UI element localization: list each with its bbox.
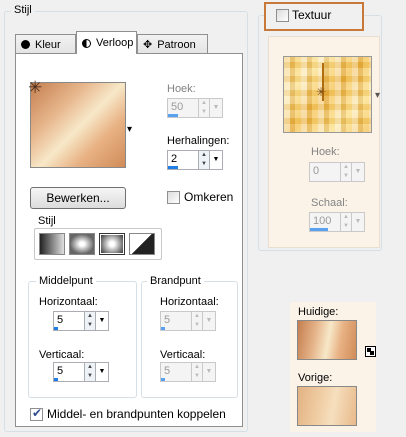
bewerken-button[interactable]: Bewerken... bbox=[30, 187, 126, 209]
vorige-label: Vorige: bbox=[298, 372, 333, 384]
brandpunt-verticaal-label: Verticaal: bbox=[160, 349, 206, 361]
gradient-dropdown-arrow[interactable]: ▾ bbox=[127, 124, 132, 135]
brandpunt-verticaal-value: 5 bbox=[164, 365, 171, 377]
textuur-schaal-dropdown[interactable]: ▼ bbox=[352, 212, 365, 232]
hoek-dropdown[interactable]: ▼ bbox=[210, 98, 223, 118]
style-sunburst-button[interactable] bbox=[129, 233, 155, 255]
brandpunt-verticaal-arrows[interactable]: ▲ ▼ bbox=[192, 362, 203, 382]
stijl-group-title: Stijl bbox=[11, 4, 35, 16]
middelpunt-verticaal-arrows[interactable]: ▲ ▼ bbox=[85, 362, 96, 382]
middelpunt-horizontaal-label: Horizontaal: bbox=[39, 296, 98, 308]
checkmark-icon: ✔ bbox=[32, 406, 43, 420]
tab-verloop-label: Verloop bbox=[96, 37, 134, 49]
swap-icon[interactable] bbox=[365, 346, 376, 357]
textuur-hoek-input[interactable]: 0 bbox=[309, 162, 341, 182]
huidige-label: Huidige: bbox=[298, 306, 339, 318]
middelpunt-verticaal-dropdown[interactable]: ▼ bbox=[96, 362, 109, 382]
star-icon: ✳ bbox=[28, 78, 43, 97]
herhalingen-input[interactable]: 2 bbox=[167, 150, 199, 170]
herhalingen-bar bbox=[168, 166, 178, 169]
textuur-schaal-spinner[interactable]: 100 ▲ ▼ ▼ bbox=[309, 212, 365, 232]
texture-preview[interactable]: ✳ bbox=[283, 56, 372, 133]
style-linear-button[interactable] bbox=[39, 233, 65, 255]
textuur-schaal-arrows[interactable]: ▲ ▼ bbox=[341, 212, 352, 232]
middelpunt-horizontaal-dropdown[interactable]: ▼ bbox=[96, 311, 109, 331]
middelpunt-horizontaal-spinner[interactable]: 5 ▲ ▼ ▼ bbox=[53, 311, 109, 331]
brandpunt-title: Brandpunt bbox=[147, 275, 204, 287]
star-icon: ✳ bbox=[316, 85, 327, 99]
brandpunt-horizontaal-dropdown[interactable]: ▼ bbox=[203, 311, 216, 331]
herhalingen-arrows[interactable]: ▲ ▼ bbox=[199, 150, 210, 170]
half-circle-icon bbox=[82, 38, 91, 48]
stijl-sub-label: Stijl bbox=[38, 215, 56, 227]
gradient-preview[interactable] bbox=[30, 82, 126, 168]
tab-verloop[interactable]: Verloop bbox=[76, 31, 137, 54]
textuur-schaal-label: Schaal: bbox=[311, 197, 348, 209]
middelpunt-verticaal-input[interactable]: 5 bbox=[53, 362, 85, 382]
textuur-hoek-label: Hoek: bbox=[311, 146, 340, 158]
tab-patroon[interactable]: ✥ Patroon bbox=[137, 34, 208, 54]
herhalingen-label: Herhalingen: bbox=[167, 135, 230, 147]
tab-kleur-label: Kleur bbox=[35, 38, 61, 51]
herhalingen-value: 2 bbox=[171, 153, 178, 165]
middelpunt-title: Middelpunt bbox=[36, 275, 96, 287]
brandpunt-verticaal-spinner[interactable]: 5 ▲ ▼ ▼ bbox=[160, 362, 216, 382]
textuur-checkbox[interactable] bbox=[276, 9, 289, 22]
koppelen-label: Middel- en brandpunten koppelen bbox=[47, 407, 226, 421]
hoek-spinner[interactable]: 50 ▲ ▼ ▼ bbox=[167, 98, 223, 118]
tab-kleur[interactable]: Kleur bbox=[15, 34, 76, 54]
koppelen-checkbox[interactable]: ✔ bbox=[30, 406, 43, 421]
textuur-schaal-value: 100 bbox=[313, 215, 332, 227]
middelpunt-horizontaal-bar bbox=[54, 327, 58, 330]
style-radial-button[interactable] bbox=[99, 233, 125, 255]
brandpunt-verticaal-input[interactable]: 5 bbox=[160, 362, 192, 382]
middelpunt-horizontaal-input[interactable]: 5 bbox=[53, 311, 85, 331]
brandpunt-horizontaal-arrows[interactable]: ▲ ▼ bbox=[192, 311, 203, 331]
brandpunt-horizontaal-value: 5 bbox=[164, 314, 171, 326]
hoek-label: Hoek: bbox=[167, 83, 196, 95]
brandpunt-verticaal-dropdown[interactable]: ▼ bbox=[203, 362, 216, 382]
textuur-schaal-input[interactable]: 100 bbox=[309, 212, 341, 232]
filled-circle-icon bbox=[21, 40, 30, 49]
omkeren-label: Omkeren bbox=[184, 190, 234, 204]
huidige-swatch[interactable] bbox=[297, 320, 357, 360]
brandpunt-horizontaal-bar bbox=[161, 327, 165, 330]
herhalingen-spinner[interactable]: 2 ▲ ▼ ▼ bbox=[167, 150, 223, 170]
middelpunt-verticaal-value: 5 bbox=[57, 365, 64, 377]
middelpunt-horizontaal-arrows[interactable]: ▲ ▼ bbox=[85, 311, 96, 331]
omkeren-checkbox[interactable] bbox=[167, 191, 180, 204]
hoek-input[interactable]: 50 bbox=[167, 98, 199, 118]
vorige-swatch[interactable] bbox=[297, 386, 357, 426]
hoek-bar bbox=[168, 114, 178, 117]
pattern-icon: ✥ bbox=[143, 38, 153, 51]
herhalingen-dropdown[interactable]: ▼ bbox=[210, 150, 223, 170]
middelpunt-verticaal-bar bbox=[54, 378, 58, 381]
textuur-hoek-arrows[interactable]: ▲ ▼ bbox=[341, 162, 352, 182]
brandpunt-horizontaal-spinner[interactable]: 5 ▲ ▼ ▼ bbox=[160, 311, 216, 331]
textuur-schaal-bar bbox=[310, 228, 328, 231]
brandpunt-horizontaal-label: Horizontaal: bbox=[160, 296, 219, 308]
textuur-label: Textuur bbox=[292, 8, 332, 22]
style-rectangular-button[interactable] bbox=[69, 233, 95, 255]
textuur-hoek-value: 0 bbox=[313, 165, 320, 177]
textuur-hoek-dropdown[interactable]: ▼ bbox=[352, 162, 365, 182]
middelpunt-verticaal-spinner[interactable]: 5 ▲ ▼ ▼ bbox=[53, 362, 109, 382]
hoek-value: 50 bbox=[171, 101, 184, 113]
middelpunt-horizontaal-value: 5 bbox=[57, 314, 64, 326]
middelpunt-verticaal-label: Verticaal: bbox=[39, 349, 85, 361]
hoek-arrows[interactable]: ▲ ▼ bbox=[199, 98, 210, 118]
bewerken-label: Bewerken... bbox=[46, 191, 110, 205]
textuur-hoek-spinner[interactable]: 0 ▲ ▼ ▼ bbox=[309, 162, 365, 182]
tab-patroon-label: Patroon bbox=[157, 38, 196, 51]
texture-dropdown-arrow[interactable]: ▾ bbox=[375, 90, 380, 101]
brandpunt-verticaal-bar bbox=[161, 378, 165, 381]
brandpunt-horizontaal-input[interactable]: 5 bbox=[160, 311, 192, 331]
